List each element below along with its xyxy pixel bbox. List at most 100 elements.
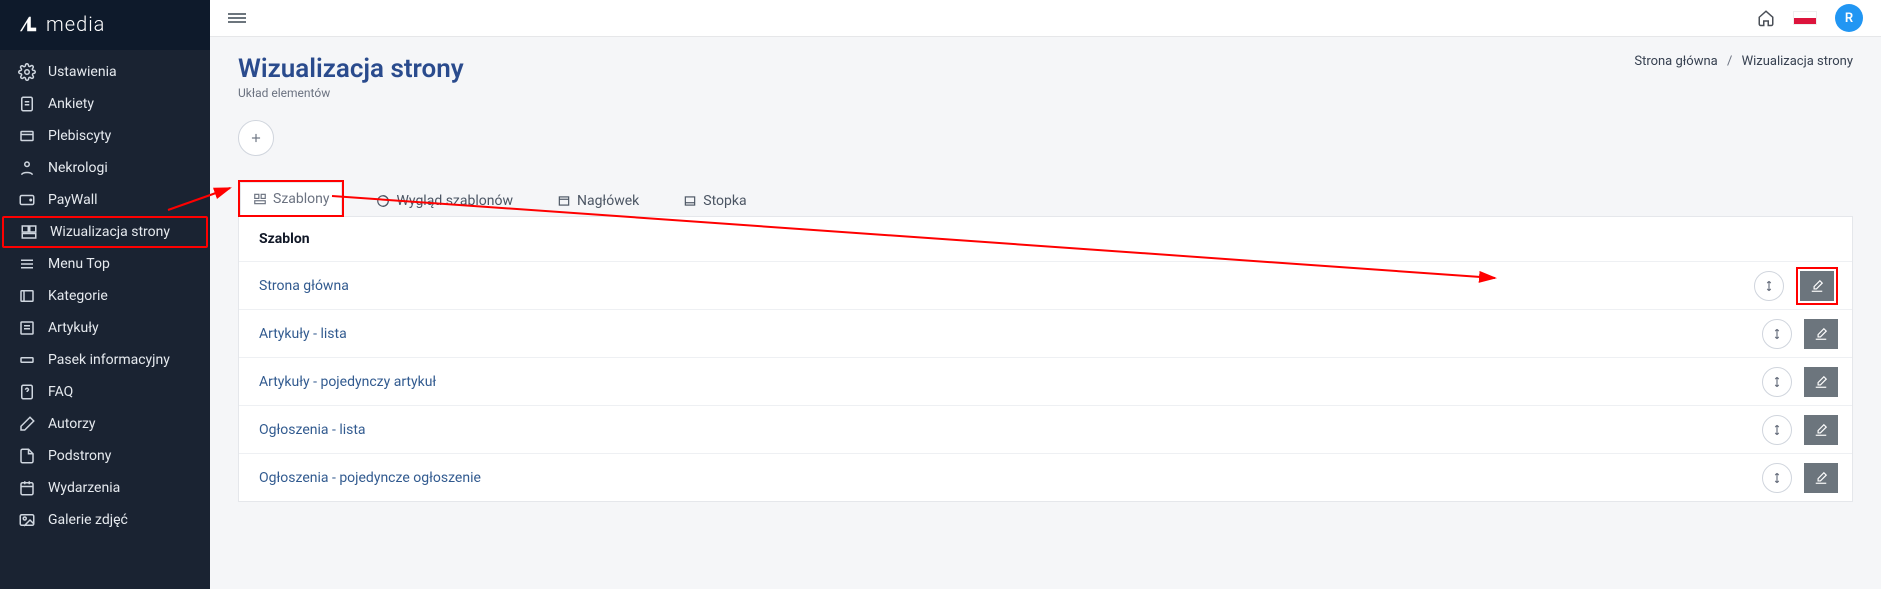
sidebar-item-label: Nekrologi <box>48 160 108 176</box>
column-header: Szablon <box>239 217 1852 261</box>
brand-logo-icon <box>18 15 40 33</box>
award-icon <box>18 127 36 145</box>
sidebar-item-pasekinfo[interactable]: Pasek informacyjny <box>0 344 210 376</box>
plus-icon <box>249 131 263 145</box>
add-button[interactable] <box>238 120 274 156</box>
table-row: Ogłoszenia - lista <box>239 405 1852 453</box>
sidebar-item-label: PayWall <box>48 192 98 208</box>
page-subtitle: Układ elementów <box>238 86 464 100</box>
appearance-icon <box>376 194 390 208</box>
tab-naglowek[interactable]: Nagłówek <box>545 185 651 217</box>
brand[interactable]: media <box>0 0 210 50</box>
sidebar-item-autorzy[interactable]: Autorzy <box>0 408 210 440</box>
clipboard-icon <box>18 95 36 113</box>
edit-icon <box>1814 471 1828 485</box>
reorder-button[interactable] <box>1762 415 1792 445</box>
tab-stopka[interactable]: Stopka <box>671 185 758 217</box>
reorder-button[interactable] <box>1762 367 1792 397</box>
table-row: Ogłoszenia - pojedyncze ogłoszenie <box>239 453 1852 501</box>
reorder-button[interactable] <box>1762 319 1792 349</box>
edit-icon <box>1814 423 1828 437</box>
edit-button[interactable] <box>1800 271 1834 301</box>
sidebar-item-ankiety[interactable]: Ankiety <box>0 88 210 120</box>
page-icon <box>18 447 36 465</box>
templates-panel: Szablon Strona główna Artykuły - lista A… <box>238 216 1853 502</box>
burger-icon[interactable] <box>228 11 246 25</box>
menu-icon <box>18 255 36 273</box>
help-icon <box>18 383 36 401</box>
tab-label: Stopka <box>703 193 746 209</box>
sidebar-item-paywall[interactable]: PayWall <box>0 184 210 216</box>
updown-icon <box>1770 471 1784 485</box>
edit-button[interactable] <box>1804 463 1838 493</box>
person-icon <box>18 159 36 177</box>
template-name-link[interactable]: Artykuły - lista <box>259 326 347 342</box>
tab-label: Nagłówek <box>577 193 639 209</box>
reorder-button[interactable] <box>1754 271 1784 301</box>
wallet-icon <box>18 191 36 209</box>
table-row: Strona główna <box>239 261 1852 309</box>
reorder-button[interactable] <box>1762 463 1792 493</box>
sidebar-item-label: Galerie zdjęć <box>48 512 128 528</box>
template-name-link[interactable]: Ogłoszenia - pojedyncze ogłoszenie <box>259 470 481 486</box>
sidebar-item-label: FAQ <box>48 384 73 400</box>
sidebar-item-menutop[interactable]: Menu Top <box>0 248 210 280</box>
sidebar-item-galerie[interactable]: Galerie zdjęć <box>0 504 210 536</box>
edit-highlight-box <box>1796 267 1838 305</box>
avatar[interactable]: R <box>1835 4 1863 32</box>
updown-icon <box>1770 327 1784 341</box>
flag-pl-icon[interactable] <box>1793 11 1817 25</box>
breadcrumb-root[interactable]: Strona główna <box>1634 54 1717 69</box>
sidebar-item-label: Kategorie <box>48 288 108 304</box>
edit-button[interactable] <box>1804 415 1838 445</box>
sidebar-item-faq[interactable]: FAQ <box>0 376 210 408</box>
breadcrumb-current: Wizualizacja strony <box>1742 54 1853 69</box>
newspaper-icon <box>18 319 36 337</box>
edit-icon <box>1814 375 1828 389</box>
layout-icon <box>20 223 38 241</box>
tab-wyglad[interactable]: Wygląd szablonów <box>364 185 524 217</box>
sidebar-item-wydarzenia[interactable]: Wydarzenia <box>0 472 210 504</box>
edit-button[interactable] <box>1804 319 1838 349</box>
avatar-initial: R <box>1845 11 1853 26</box>
edit-button[interactable] <box>1804 367 1838 397</box>
calendar-icon <box>18 479 36 497</box>
sidebar: media Ustawienia Ankiety Plebiscyty Nekr… <box>0 0 210 589</box>
edit-icon <box>1814 327 1828 341</box>
page-head: Wizualizacja strony Układ elementów Stro… <box>238 54 1853 100</box>
sidebar-nav: Ustawienia Ankiety Plebiscyty Nekrologi … <box>0 50 210 536</box>
sidebar-item-kategorie[interactable]: Kategorie <box>0 280 210 312</box>
footer-icon <box>683 194 697 208</box>
sidebar-item-ustawienia[interactable]: Ustawienia <box>0 56 210 88</box>
template-name-link[interactable]: Strona główna <box>259 278 349 294</box>
pen-icon <box>18 415 36 433</box>
updown-icon <box>1762 279 1776 293</box>
folder-icon <box>18 287 36 305</box>
sidebar-item-label: Autorzy <box>48 416 96 432</box>
info-icon <box>18 351 36 369</box>
templates-icon <box>253 192 267 206</box>
edit-icon <box>1810 279 1824 293</box>
updown-icon <box>1770 375 1784 389</box>
sidebar-item-artykuly[interactable]: Artykuły <box>0 312 210 344</box>
sidebar-item-podstrony[interactable]: Podstrony <box>0 440 210 472</box>
sidebar-item-label: Podstrony <box>48 448 111 464</box>
sidebar-item-label: Ankiety <box>48 96 94 112</box>
tab-highlight-box: Szablony <box>238 180 344 217</box>
sidebar-item-label: Wydarzenia <box>48 480 120 496</box>
sidebar-item-wizualizacja[interactable]: Wizualizacja strony <box>2 216 208 248</box>
brand-text: media <box>46 12 105 36</box>
home-icon[interactable] <box>1757 9 1775 27</box>
template-name-link[interactable]: Ogłoszenia - lista <box>259 422 366 438</box>
gear-icon <box>18 63 36 81</box>
breadcrumb-separator: / <box>1727 54 1732 69</box>
sidebar-item-plebiscyty[interactable]: Plebiscyty <box>0 120 210 152</box>
tabs: Szablony Wygląd szablonów Nagłówek Stopk… <box>238 180 1853 217</box>
tab-label: Wygląd szablonów <box>396 193 512 209</box>
tab-label: Szablony <box>273 191 329 207</box>
template-name-link[interactable]: Artykuły - pojedynczy artykuł <box>259 374 436 390</box>
sidebar-item-nekrologi[interactable]: Nekrologi <box>0 152 210 184</box>
tab-szablony[interactable]: Szablony <box>240 182 342 215</box>
table-row: Artykuły - pojedynczy artykuł <box>239 357 1852 405</box>
page-title: Wizualizacja strony <box>238 54 464 84</box>
